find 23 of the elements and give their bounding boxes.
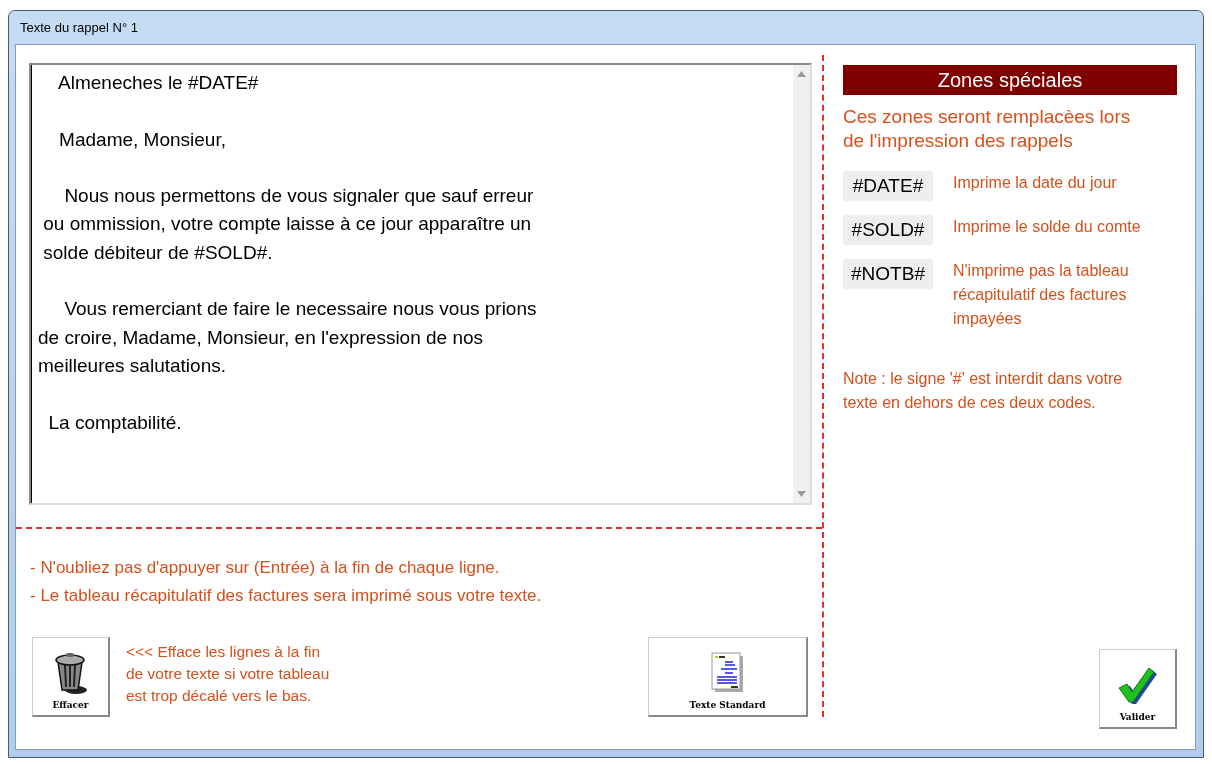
standard-text-button[interactable]: Texte Standard	[648, 637, 808, 717]
section-header: Zones spéciales	[843, 65, 1177, 95]
intro-text: Ces zones seront remplacèes lors de l'impression des rappels	[843, 105, 1132, 153]
code-label: #DATE#	[843, 171, 933, 201]
letter-text-field[interactable]: Almeneches le #DATE# Madame, Monsieur, Nous nous permettons de vous signaler que sauf erreur ou ommission, votre compte laisse à ce jour apparaître un solde débiteur de #SOLD#. Vous remerciant de faire le necessaire nous vous prions de croire, Madame, Monsieur, en l'expression de nos meilleures salutations. La comptabilité.	[29, 63, 812, 505]
clear-hint-text: <<< Efface les lignes à la fin de votre texte si votre tableau est trop décalé vers le bas.	[126, 642, 331, 706]
code-label: #NOTB#	[843, 259, 933, 289]
code-label: #SOLD#	[843, 215, 933, 245]
window-title: Texte du rappel N° 1	[19, 20, 138, 35]
scroll-down-icon[interactable]	[797, 491, 806, 497]
code-description: Imprime le solde du comte	[953, 217, 1141, 237]
scrollbar[interactable]	[793, 65, 810, 503]
validate-button[interactable]: Valider	[1099, 649, 1177, 729]
trash-can-icon	[53, 652, 88, 694]
instruction-text: - Le tableau récapitulatif des factures sera imprimé sous votre texte.	[30, 585, 543, 607]
note-text: Note : le signe '#' est interdit dans votre texte en dehors de ces deux codes.	[843, 369, 1124, 413]
instruction-text: - N'oubliez pas d'appuyer sur (Entrée) à la fin de chaque ligne.	[30, 557, 501, 579]
code-description: Imprime la date du jour	[953, 173, 1117, 193]
document-icon	[710, 652, 745, 694]
checkmark-icon	[1117, 668, 1158, 706]
scroll-up-icon[interactable]	[797, 71, 806, 77]
code-description: N'imprime pas la tableau récapitulatif des factures impayées	[953, 261, 1129, 329]
clear-button[interactable]: Effacer	[32, 637, 110, 717]
